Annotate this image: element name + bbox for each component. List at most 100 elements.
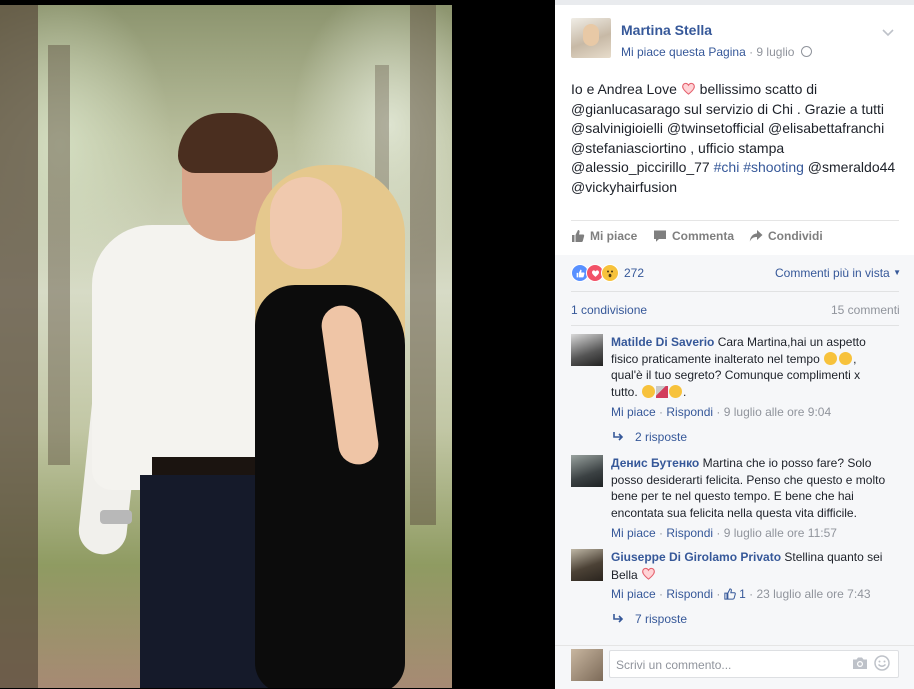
comments-sort-dropdown[interactable]: Commenti più in vista ▼ <box>775 266 901 280</box>
caret-down-icon: ▼ <box>893 268 901 277</box>
view-replies-link[interactable]: 7 risposte <box>613 612 687 626</box>
post-text: Io e Andrea Love bellissimo scatto di @g… <box>571 80 901 197</box>
man-hair <box>178 113 278 173</box>
user-avatar <box>571 649 603 681</box>
comment-body: Matilde Di Saverio Cara Martina,hai un a… <box>611 335 866 399</box>
lipstick-emoji-icon <box>656 385 669 398</box>
comment-like-link[interactable]: Mi piace <box>611 526 656 540</box>
watch <box>100 510 132 524</box>
emoji-picker-icon[interactable] <box>874 655 890 671</box>
post-date[interactable]: 9 luglio <box>756 45 794 59</box>
post-text-line: bellissimo scatto di <box>695 81 818 97</box>
meta-separator: · <box>745 45 757 59</box>
comment-time[interactable]: 23 luglio alle ore 7:43 <box>756 587 870 601</box>
share-icon <box>749 230 763 242</box>
comment-text: bene per te nel questo tempo. E bene che… <box>611 489 854 503</box>
comment-text: Bella <box>611 567 642 582</box>
post-text-line: Io e Andrea Love <box>571 81 677 97</box>
share-button[interactable]: Condividi <box>749 229 823 243</box>
comment-text: Cara Martina,hai un aspetto <box>714 335 866 349</box>
comment-reply-link[interactable]: Rispondi <box>666 405 713 419</box>
tree-trunk <box>0 5 38 688</box>
post-text-line: @salvinigioielli @twinsetofficial @elisa… <box>571 120 885 136</box>
thumbs-up-icon <box>724 588 736 600</box>
comment-text: fisico praticamente inalterato nel tempo <box>611 351 824 366</box>
reply-arrow-icon <box>613 614 624 623</box>
thumbs-up-icon <box>572 230 585 242</box>
commenter-avatar[interactable] <box>571 455 603 487</box>
comment-text: tutto. <box>611 384 642 399</box>
comment-time[interactable]: 9 luglio alle ore 9:04 <box>724 405 831 419</box>
comment-button[interactable]: Commenta <box>653 229 734 243</box>
post-text-line: @vickyhairfusion <box>571 178 678 195</box>
comment-text: Martina che io posso fare? Solo <box>699 456 872 470</box>
action-bar: Mi piace Commenta Condividi <box>571 229 899 247</box>
comment-meta: Mi piace · Rispondi · 9 luglio alle ore … <box>611 526 837 540</box>
post-text-line: @alessio_piccirillo_77 <box>571 159 714 175</box>
heart-icon <box>681 82 695 95</box>
comment-likes-count: 1 <box>739 587 746 601</box>
comment-text: qual'è il tuo segreto? Comunque complime… <box>611 368 861 382</box>
like-button[interactable]: Mi piace <box>571 229 637 243</box>
comment-author[interactable]: Matilde Di Saverio <box>611 335 714 349</box>
comment-like-link[interactable]: Mi piace <box>611 587 656 601</box>
comment-text: , <box>853 351 857 366</box>
post-meta: Mi piace questa Pagina · 9 luglio <box>621 45 812 59</box>
tree-trunk <box>410 5 436 525</box>
like-page-link[interactable]: Mi piace questa Pagina <box>621 45 746 59</box>
photo-viewer <box>0 0 555 688</box>
comment-button-label: Commenta <box>672 229 735 243</box>
comment-author[interactable]: Giuseppe Di Girolamo Privato <box>611 550 781 564</box>
comment-icon <box>654 230 666 242</box>
post-text-line: @smeraldo44 <box>803 159 896 175</box>
page-avatar[interactable] <box>571 18 611 58</box>
comment-reply-link[interactable]: Rispondi <box>666 526 713 540</box>
woman-face <box>270 177 342 269</box>
comment-body: Денис Бутенко Martina che io posso fare?… <box>611 455 901 521</box>
blush-emoji-icon <box>669 384 683 398</box>
post-photo[interactable] <box>0 5 452 688</box>
chevron-down-icon[interactable] <box>882 24 896 37</box>
divider <box>571 220 899 221</box>
comment-likes[interactable]: 1 <box>724 587 749 601</box>
comment-text: encontata sua felicita nella questa vita… <box>611 505 857 520</box>
comments-sort-label: Commenti più in vista <box>775 266 890 280</box>
smile-emoji-icon <box>824 351 838 365</box>
tree-trunk <box>48 45 70 465</box>
divider <box>571 325 899 326</box>
replies-count: 2 risposte <box>635 430 688 444</box>
globe-icon <box>800 46 812 57</box>
shares-link[interactable]: 1 condivisione <box>571 303 647 317</box>
like-button-label: Mi piace <box>590 229 638 243</box>
comment-body: Giuseppe Di Girolamo Privato Stellina qu… <box>611 549 901 583</box>
view-replies-link[interactable]: 2 risposte <box>613 430 687 444</box>
comment-meta: Mi piace · Rispondi · 1 · 23 luglio alle… <box>611 587 871 601</box>
hashtag-link[interactable]: #chi <box>714 159 740 175</box>
comment-meta: Mi piace · Rispondi · 9 luglio alle ore … <box>611 405 832 419</box>
page-name[interactable]: Martina Stella <box>621 22 712 38</box>
comment-reply-link[interactable]: Rispondi <box>666 587 713 601</box>
comment-text: posso desiderarti felicita. Penso che qu… <box>611 472 886 487</box>
comment-text: Stellina quanto sei <box>781 550 883 564</box>
divider <box>571 291 899 292</box>
comment-like-link[interactable]: Mi piace <box>611 405 656 419</box>
hashtag-link[interactable]: #shooting <box>743 159 804 175</box>
post-text-line: @gianlucasarago sul servizio di Chi . Gr… <box>571 100 885 117</box>
comment-time[interactable]: 9 luglio alle ore 11:57 <box>724 526 837 540</box>
share-button-label: Condividi <box>768 229 823 243</box>
grin-emoji-icon <box>642 384 656 398</box>
wow-reaction-icon <box>601 264 619 282</box>
comment-author[interactable]: Денис Бутенко <box>611 456 699 470</box>
reactions-summary[interactable]: 272 <box>571 264 644 282</box>
camera-icon[interactable] <box>852 656 868 670</box>
top-strip <box>555 0 914 5</box>
post-text-line: @stefaniasciortino , ufficio stampa <box>571 139 785 156</box>
comments-count[interactable]: 15 commenti <box>831 303 900 317</box>
replies-count: 7 risposte <box>635 612 688 626</box>
laugh-emoji-icon <box>839 351 853 365</box>
reactions-count[interactable]: 272 <box>624 266 644 280</box>
heart-icon <box>642 567 655 580</box>
reply-arrow-icon <box>613 432 624 441</box>
commenter-avatar[interactable] <box>571 334 603 366</box>
commenter-avatar[interactable] <box>571 549 603 581</box>
